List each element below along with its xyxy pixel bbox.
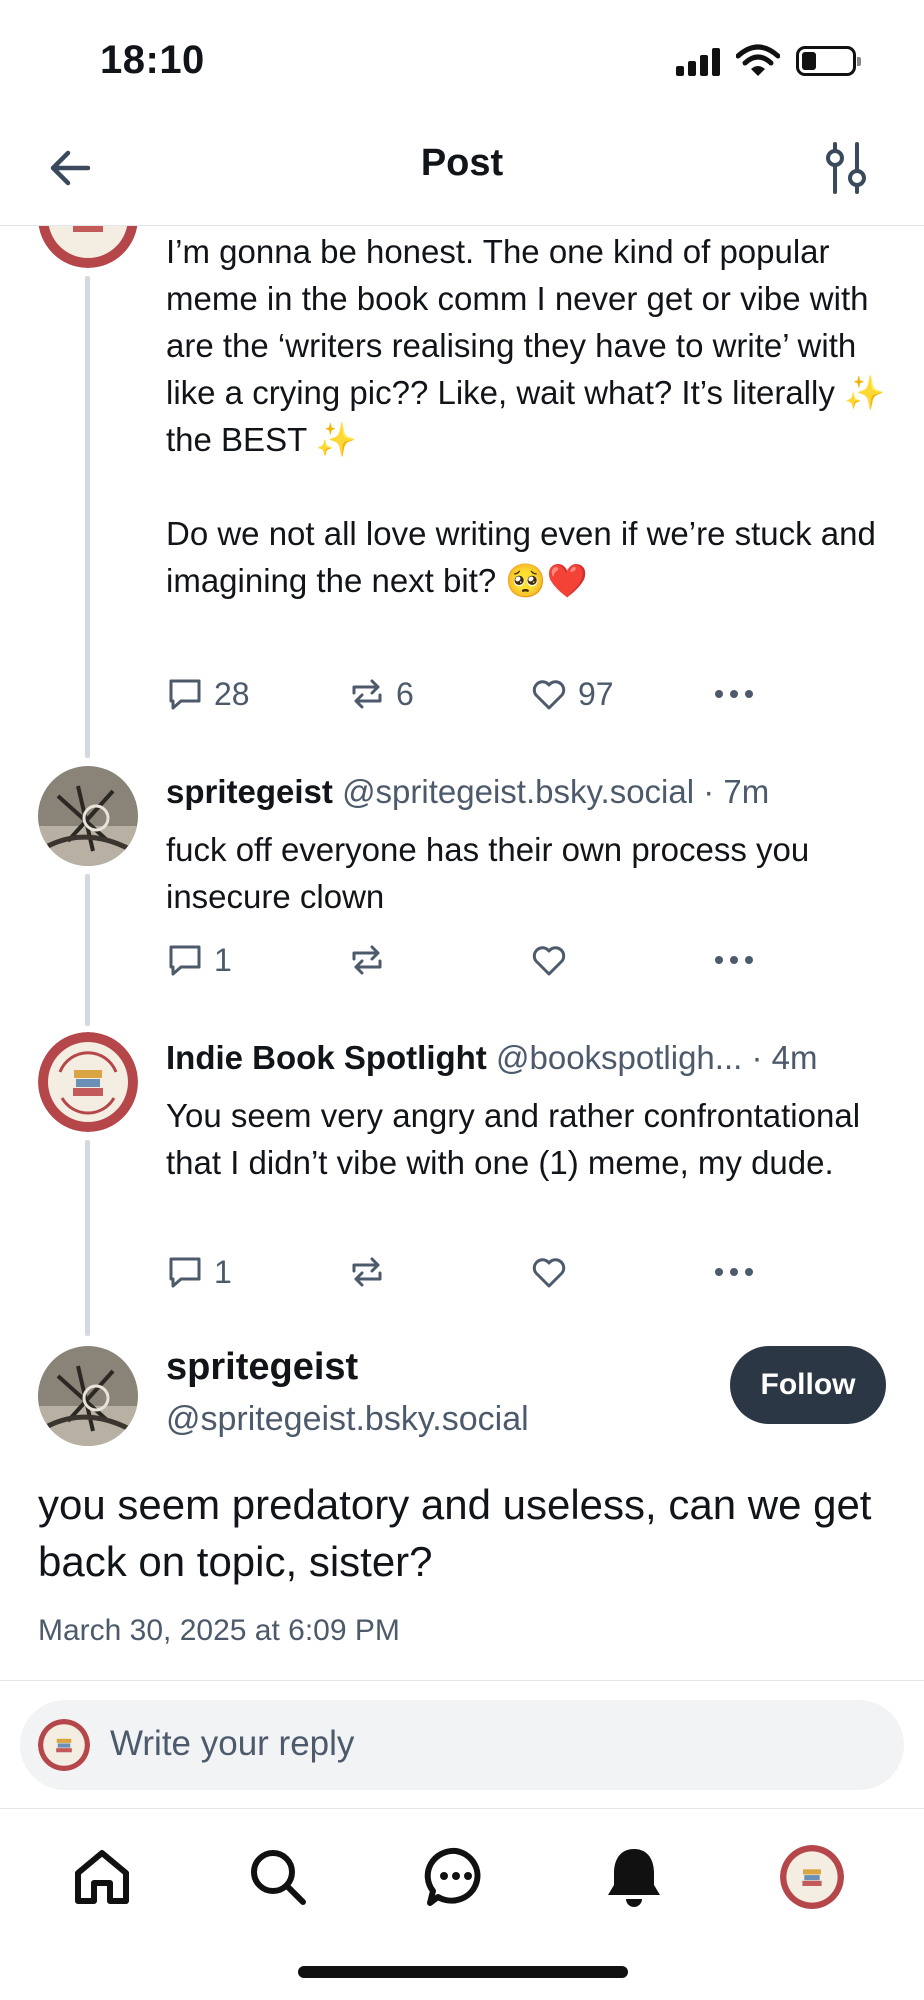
- comment-icon: [169, 945, 201, 976]
- header: Post: [0, 120, 924, 226]
- reply-button[interactable]: 28: [166, 672, 250, 716]
- like-button[interactable]: 97: [530, 672, 614, 716]
- more-icon: [715, 1268, 753, 1276]
- reply-placeholder: Write your reply: [110, 1724, 355, 1763]
- author-handle[interactable]: @spritegeist.bsky.social: [166, 1400, 529, 1439]
- author-name[interactable]: Indie Book Spotlight: [166, 1039, 487, 1076]
- more-button[interactable]: [712, 938, 756, 982]
- heart-icon: [532, 680, 566, 710]
- repost-count: 6: [396, 675, 414, 712]
- author-name[interactable]: spritegeist: [166, 1346, 358, 1389]
- repost-icon: [352, 1257, 382, 1287]
- avatar[interactable]: [38, 1346, 138, 1446]
- wifi-icon: [736, 44, 780, 76]
- post-body: I’m gonna be honest. The one kind of pop…: [166, 228, 886, 604]
- battery-icon: [796, 46, 861, 76]
- reply-body: You seem very angry and rather confronta…: [166, 1092, 886, 1186]
- thread-connector: [85, 874, 90, 1026]
- avatar[interactable]: [38, 766, 138, 866]
- author-name[interactable]: spritegeist: [166, 773, 333, 810]
- reply-count: 1: [214, 1253, 232, 1290]
- reply-body: fuck off everyone has their own process …: [166, 826, 886, 920]
- divider: [0, 1680, 924, 1681]
- page-title: Post: [420, 142, 504, 184]
- repost-button[interactable]: [348, 1250, 396, 1294]
- reply-input[interactable]: Write your reply: [20, 1700, 904, 1790]
- avatar: [38, 1719, 90, 1771]
- repost-button[interactable]: 6: [348, 672, 414, 716]
- comment-icon: [169, 679, 201, 710]
- more-button[interactable]: [712, 1250, 756, 1294]
- heart-icon: [532, 1258, 566, 1288]
- reply-count: 1: [214, 941, 232, 978]
- comment-icon: [169, 1257, 201, 1288]
- reply-button[interactable]: 1: [166, 1250, 232, 1294]
- reply-actions: 1: [166, 1250, 766, 1294]
- repost-icon: [352, 679, 382, 709]
- reply-text: You seem very angry and rather confronta…: [166, 1097, 870, 1181]
- reply-text: fuck off everyone has their own process …: [166, 831, 819, 915]
- follow-button[interactable]: Follow: [730, 1346, 886, 1424]
- signal-icon: [676, 48, 722, 76]
- like-button[interactable]: [530, 938, 578, 982]
- chat-icon[interactable]: [424, 1845, 488, 1909]
- home-icon[interactable]: [70, 1845, 134, 1909]
- avatar[interactable]: [38, 1032, 138, 1132]
- like-button[interactable]: [530, 1250, 578, 1294]
- reply-meta: spritegeist @spritegeist.bsky.social · 7…: [166, 772, 906, 812]
- profile-avatar[interactable]: [780, 1845, 844, 1909]
- post-time: · 7m: [703, 773, 770, 810]
- repost-button[interactable]: [348, 938, 396, 982]
- more-icon: [715, 690, 753, 698]
- post-time: · 4m: [751, 1039, 818, 1076]
- repost-icon: [352, 945, 382, 975]
- heart-icon: [532, 946, 566, 976]
- more-icon: [715, 956, 753, 964]
- status-time: 18:10: [100, 38, 205, 82]
- reply-count: 28: [214, 675, 250, 712]
- reply-button[interactable]: 1: [166, 938, 232, 982]
- author-handle[interactable]: @spritegeist.bsky.social: [342, 773, 694, 810]
- thread-connector: [85, 1140, 90, 1336]
- home-indicator: [298, 1966, 628, 1978]
- like-count: 97: [578, 675, 614, 712]
- bell-icon[interactable]: [602, 1845, 666, 1909]
- reply-meta: Indie Book Spotlight @bookspotligh... · …: [166, 1038, 906, 1078]
- more-button[interactable]: [712, 672, 756, 716]
- thread-connector: [85, 276, 90, 758]
- post-actions: 28 6 97: [166, 672, 766, 716]
- post-text: I’m gonna be honest. The one kind of pop…: [166, 233, 886, 599]
- search-icon[interactable]: [246, 1845, 310, 1909]
- sliders-icon[interactable]: [818, 138, 874, 198]
- focused-post-text: you seem predatory and useless, can we g…: [38, 1481, 872, 1585]
- author-handle[interactable]: @bookspotligh...: [496, 1039, 742, 1076]
- status-bar: 18:10: [0, 0, 924, 120]
- post-timestamp: March 30, 2025 at 6:09 PM: [38, 1614, 400, 1647]
- reply-actions: 1: [166, 938, 766, 982]
